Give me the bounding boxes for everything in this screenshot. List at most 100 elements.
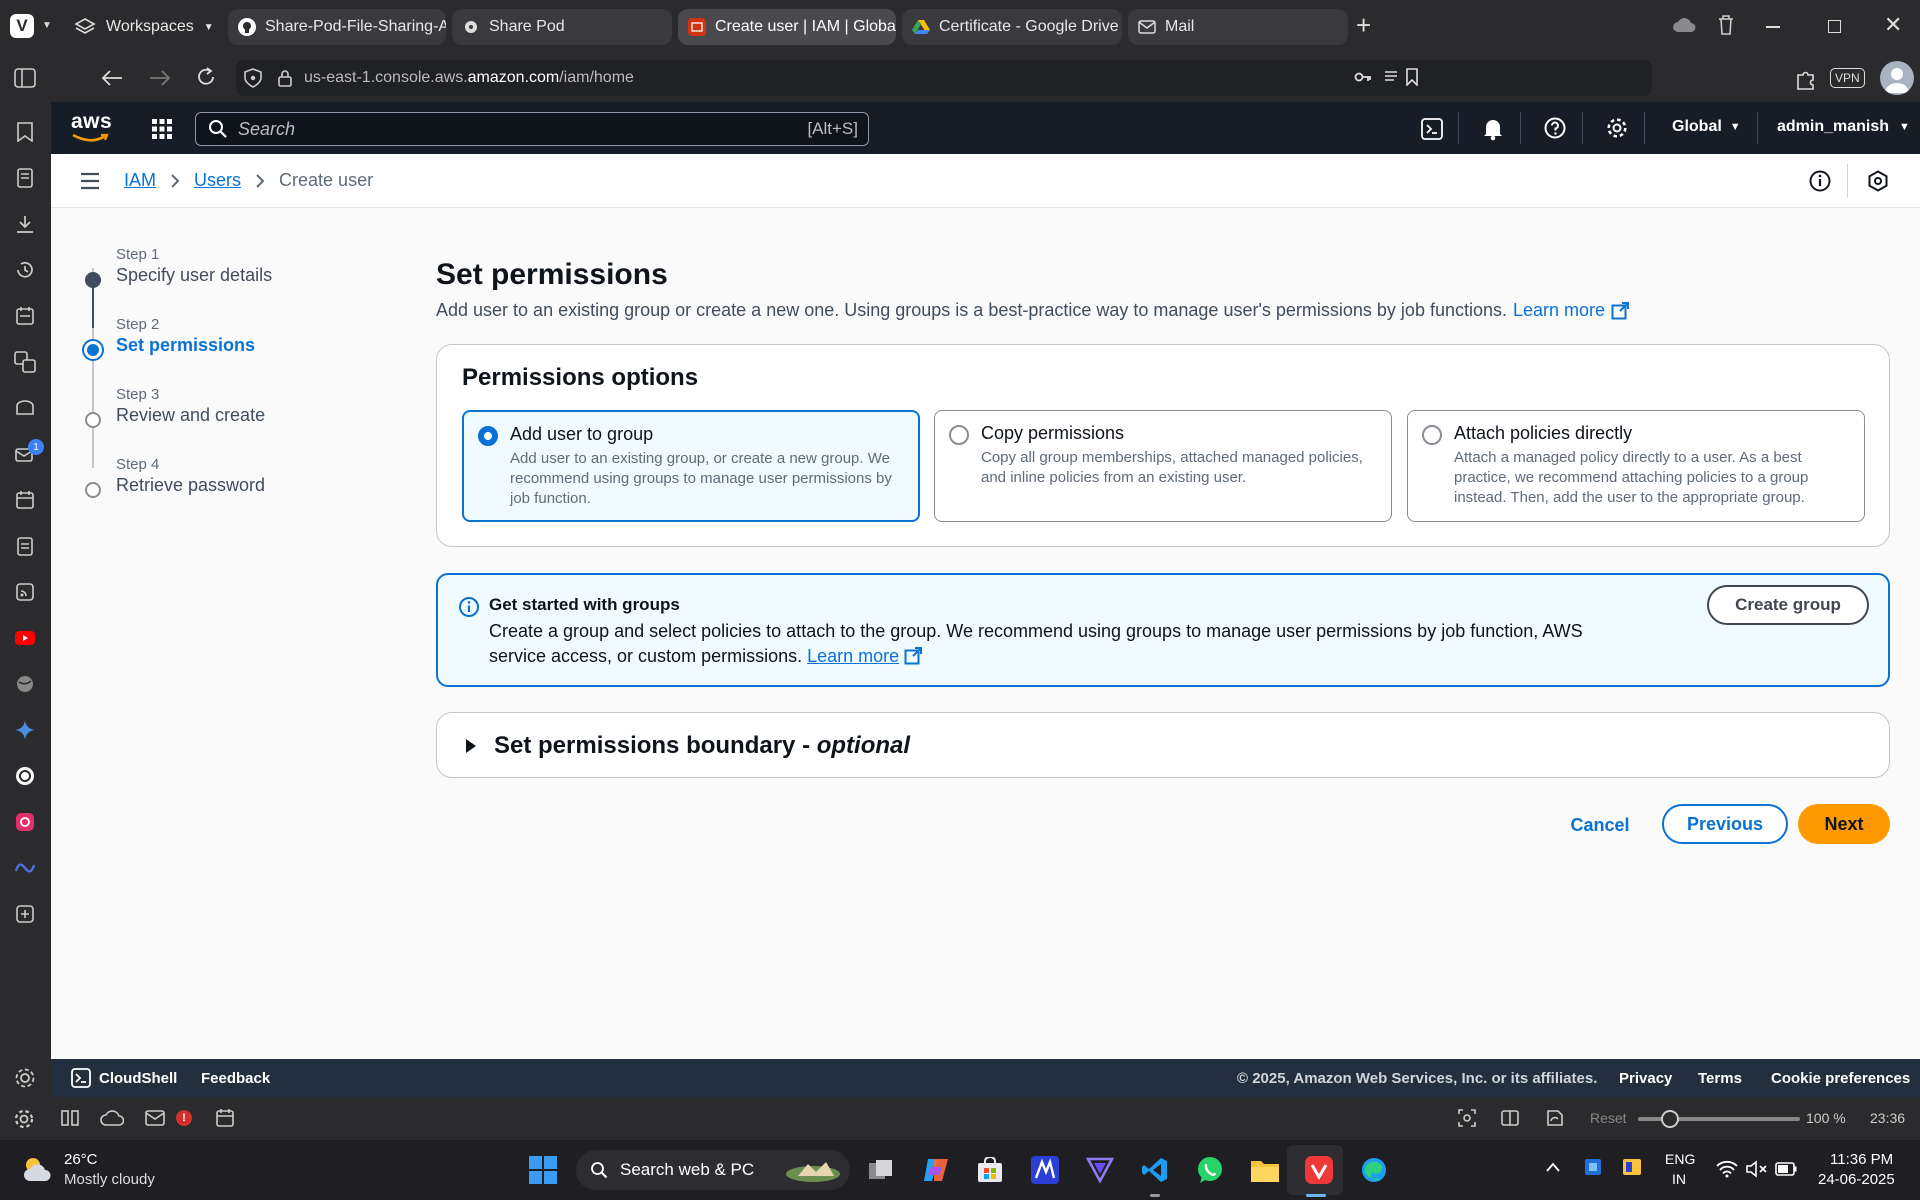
radio-selected[interactable] bbox=[478, 426, 498, 446]
proton-vpn-icon[interactable] bbox=[1084, 1154, 1116, 1186]
window-panel-icon[interactable] bbox=[13, 396, 37, 420]
bookmarks-panel-icon[interactable] bbox=[13, 120, 37, 144]
alert-learn-more-link[interactable]: Learn more bbox=[807, 646, 899, 666]
page-actions-icon[interactable] bbox=[1545, 1108, 1565, 1128]
mail-icon[interactable] bbox=[145, 1110, 165, 1126]
close-icon[interactable]: ✕ bbox=[1884, 14, 1902, 36]
aws-logo[interactable]: aws bbox=[71, 111, 112, 143]
volume-muted-icon[interactable] bbox=[1746, 1160, 1768, 1178]
cloud-sync-icon[interactable] bbox=[1672, 16, 1696, 34]
weather-cloud-sun-icon[interactable] bbox=[20, 1154, 54, 1184]
calendar-icon[interactable] bbox=[215, 1108, 235, 1128]
translate-icon[interactable] bbox=[13, 350, 37, 374]
region-selector[interactable]: Global ▼ bbox=[1672, 118, 1741, 136]
whatsapp-icon[interactable] bbox=[1194, 1154, 1226, 1186]
windows-start-icon[interactable] bbox=[527, 1154, 559, 1186]
clock-time[interactable]: 11:36 PM bbox=[1830, 1151, 1893, 1168]
task-view-icon[interactable] bbox=[865, 1154, 897, 1186]
web-panel-globe-icon[interactable] bbox=[13, 672, 37, 696]
meta-icon[interactable] bbox=[13, 856, 37, 880]
vivaldi-logo-icon[interactable]: V bbox=[10, 14, 34, 38]
zoom-slider[interactable] bbox=[1638, 1110, 1800, 1128]
sidebar-settings-gear-icon[interactable] bbox=[13, 1066, 37, 1090]
security-hexagon-icon[interactable] bbox=[1867, 170, 1889, 192]
info-panel-icon[interactable] bbox=[1809, 170, 1831, 192]
tasks-icon[interactable] bbox=[13, 534, 37, 558]
tab-github[interactable]: Share-Pod-File-Sharing-Ap bbox=[228, 9, 446, 45]
create-group-button[interactable]: Create group bbox=[1707, 585, 1869, 625]
tab-mail[interactable]: Mail bbox=[1128, 9, 1348, 45]
back-arrow-icon[interactable] bbox=[100, 68, 124, 88]
tab-create-user-iam[interactable]: Create user | IAM | Global bbox=[678, 9, 896, 45]
weather-desc[interactable]: Mostly cloudy bbox=[64, 1171, 155, 1188]
permissions-boundary-expander[interactable]: Set permissions boundary - optional bbox=[436, 712, 1890, 778]
tray-app2-icon[interactable] bbox=[1622, 1158, 1642, 1176]
reader-view-icon[interactable] bbox=[1384, 70, 1398, 84]
tray-app-icon[interactable] bbox=[1584, 1158, 1602, 1176]
breadcrumb-iam-link[interactable]: IAM bbox=[124, 170, 156, 191]
wifi-icon[interactable] bbox=[1716, 1160, 1738, 1178]
notifications-bell-icon[interactable] bbox=[1482, 117, 1504, 141]
bookmark-icon[interactable] bbox=[1406, 68, 1418, 86]
tab-share-pod[interactable]: Share Pod bbox=[452, 9, 672, 45]
reload-icon[interactable] bbox=[195, 66, 217, 88]
breadcrumb-users-link[interactable]: Users bbox=[194, 170, 241, 191]
radio-unselected[interactable] bbox=[949, 425, 969, 445]
services-grid-icon[interactable] bbox=[151, 118, 173, 140]
youtube-icon[interactable] bbox=[13, 626, 37, 650]
clock-date[interactable]: 24-06-2025 bbox=[1818, 1171, 1895, 1188]
settings-gear-icon[interactable] bbox=[1606, 117, 1628, 139]
feeds-icon[interactable] bbox=[13, 580, 37, 604]
cloudshell-icon[interactable] bbox=[1421, 118, 1443, 140]
radio-unselected[interactable] bbox=[1422, 425, 1442, 445]
hamburger-menu-icon[interactable] bbox=[80, 172, 100, 190]
screenshot-icon[interactable] bbox=[1457, 1108, 1477, 1128]
vscode-icon[interactable] bbox=[1139, 1154, 1171, 1186]
privacy-link[interactable]: Privacy bbox=[1619, 1070, 1672, 1087]
notes-icon[interactable] bbox=[13, 304, 37, 328]
file-explorer-icon[interactable] bbox=[1249, 1154, 1281, 1186]
edge-icon[interactable] bbox=[1358, 1154, 1390, 1186]
reading-list-icon[interactable] bbox=[13, 166, 37, 190]
terms-link[interactable]: Terms bbox=[1698, 1070, 1742, 1087]
panel-toggle-icon[interactable] bbox=[14, 68, 36, 88]
account-menu[interactable]: admin_manish ▼ bbox=[1777, 118, 1910, 136]
help-icon[interactable] bbox=[1544, 117, 1566, 139]
zoom-slider-thumb[interactable] bbox=[1661, 1110, 1680, 1128]
cloud-icon[interactable] bbox=[100, 1109, 124, 1127]
menu-caret-icon[interactable]: ▼ bbox=[42, 20, 52, 31]
chatgpt-icon[interactable] bbox=[13, 764, 37, 788]
alert-badge-icon[interactable]: ! bbox=[176, 1110, 192, 1126]
tile-tabs-icon[interactable] bbox=[60, 1109, 80, 1127]
restore-icon[interactable] bbox=[1828, 20, 1841, 33]
instagram-icon[interactable] bbox=[13, 810, 37, 834]
url-field[interactable]: us-east-1.console.aws.amazon.com/iam/hom… bbox=[236, 60, 1652, 96]
calendar-icon[interactable] bbox=[13, 488, 37, 512]
learn-more-link[interactable]: Learn more bbox=[1513, 300, 1605, 321]
next-button[interactable]: Next bbox=[1798, 804, 1890, 844]
workspaces-button[interactable]: Workspaces ▼ bbox=[74, 14, 214, 40]
zoom-reset-button[interactable]: Reset bbox=[1590, 1110, 1627, 1126]
previous-button[interactable]: Previous bbox=[1662, 804, 1788, 844]
taskbar-search[interactable]: Search web & PC bbox=[576, 1150, 850, 1190]
forward-arrow-icon[interactable] bbox=[148, 68, 172, 88]
cookie-preferences-link[interactable]: Cookie preferences bbox=[1771, 1070, 1910, 1087]
battery-icon[interactable] bbox=[1775, 1162, 1797, 1176]
add-web-panel-icon[interactable] bbox=[13, 902, 37, 926]
app-m-icon[interactable] bbox=[1029, 1154, 1061, 1186]
weather-temp[interactable]: 26°C bbox=[64, 1151, 98, 1168]
option-attach-policies-directly[interactable]: Attach policies directly Attach a manage… bbox=[1407, 410, 1865, 522]
copilot-icon[interactable] bbox=[920, 1154, 952, 1186]
feedback-link[interactable]: Feedback bbox=[201, 1070, 270, 1087]
language-region[interactable]: IN bbox=[1672, 1171, 1686, 1187]
trash-icon[interactable] bbox=[1716, 14, 1736, 36]
wizard-step-1[interactable]: Step 1 Specify user details bbox=[116, 246, 272, 286]
downloads-icon[interactable] bbox=[13, 212, 37, 236]
cancel-button[interactable]: Cancel bbox=[1556, 805, 1644, 845]
vivaldi-taskbar-icon[interactable] bbox=[1303, 1154, 1335, 1186]
gemini-icon[interactable] bbox=[13, 718, 37, 742]
settings-gear-icon[interactable] bbox=[13, 1108, 35, 1130]
show-hidden-icons-chevron-icon[interactable] bbox=[1545, 1162, 1561, 1172]
minimize-icon[interactable] bbox=[1766, 26, 1780, 28]
option-copy-permissions[interactable]: Copy permissions Copy all group membersh… bbox=[934, 410, 1392, 522]
